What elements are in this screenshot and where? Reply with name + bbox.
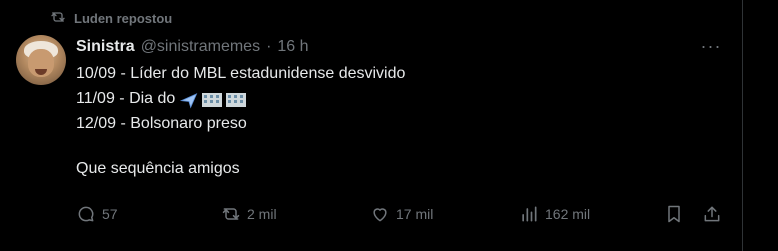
- repost-count: 2 mil: [247, 206, 277, 222]
- heart-icon: [373, 208, 387, 222]
- repost-icon: [222, 208, 240, 220]
- repost-banner-text[interactable]: Luden repostou: [74, 11, 172, 26]
- tweet-time[interactable]: 16 h: [277, 38, 308, 56]
- tweet-line: 12/09 - Bolsonaro preso: [76, 115, 247, 132]
- tweet-line: Que sequência amigos: [76, 160, 240, 177]
- tweet-line: 10/09 - Líder do MBL estadunidense desvi…: [76, 65, 406, 82]
- avatar[interactable]: [16, 35, 66, 85]
- like-button[interactable]: 17 mil: [370, 202, 433, 226]
- tweet-card[interactable]: Luden repostou Sinistra @sinistramemes ·…: [0, 0, 743, 251]
- tweet-text: 10/09 - Líder do MBL estadunidense desvi…: [76, 61, 702, 181]
- header-separator: ·: [266, 38, 272, 55]
- bookmark-button[interactable]: [664, 202, 684, 226]
- author-name[interactable]: Sinistra: [76, 38, 135, 56]
- tweet-header: Sinistra @sinistramemes · 16 h: [76, 36, 707, 58]
- views-icon: [522, 206, 537, 222]
- office-building-emoji: [226, 92, 247, 107]
- author-handle[interactable]: @sinistramemes: [141, 38, 260, 56]
- share-button[interactable]: [702, 202, 722, 226]
- office-building-emoji: [202, 92, 223, 107]
- more-icon: ···: [700, 35, 722, 56]
- like-count: 17 mil: [396, 206, 434, 222]
- reply-button[interactable]: 57: [76, 202, 118, 226]
- repost-button[interactable]: 2 mil: [221, 202, 277, 226]
- share-icon: [704, 206, 720, 222]
- tweet-actions: 57 2 mil 17 mil 162 mil: [76, 202, 726, 226]
- more-options-button[interactable]: ···: [698, 36, 724, 56]
- repost-banner[interactable]: Luden repostou: [50, 9, 172, 27]
- airplane-emoji: [180, 92, 198, 109]
- reply-icon: [78, 206, 94, 222]
- right-column: [744, 0, 778, 251]
- tweet-line: 11/09 - Dia do: [76, 86, 702, 111]
- views-count: 162 mil: [545, 206, 591, 222]
- emoji-group: [179, 89, 247, 109]
- bookmark-icon: [668, 205, 680, 223]
- views-button[interactable]: 162 mil: [519, 202, 590, 226]
- reply-count: 57: [102, 206, 118, 222]
- repost-icon: [50, 9, 66, 28]
